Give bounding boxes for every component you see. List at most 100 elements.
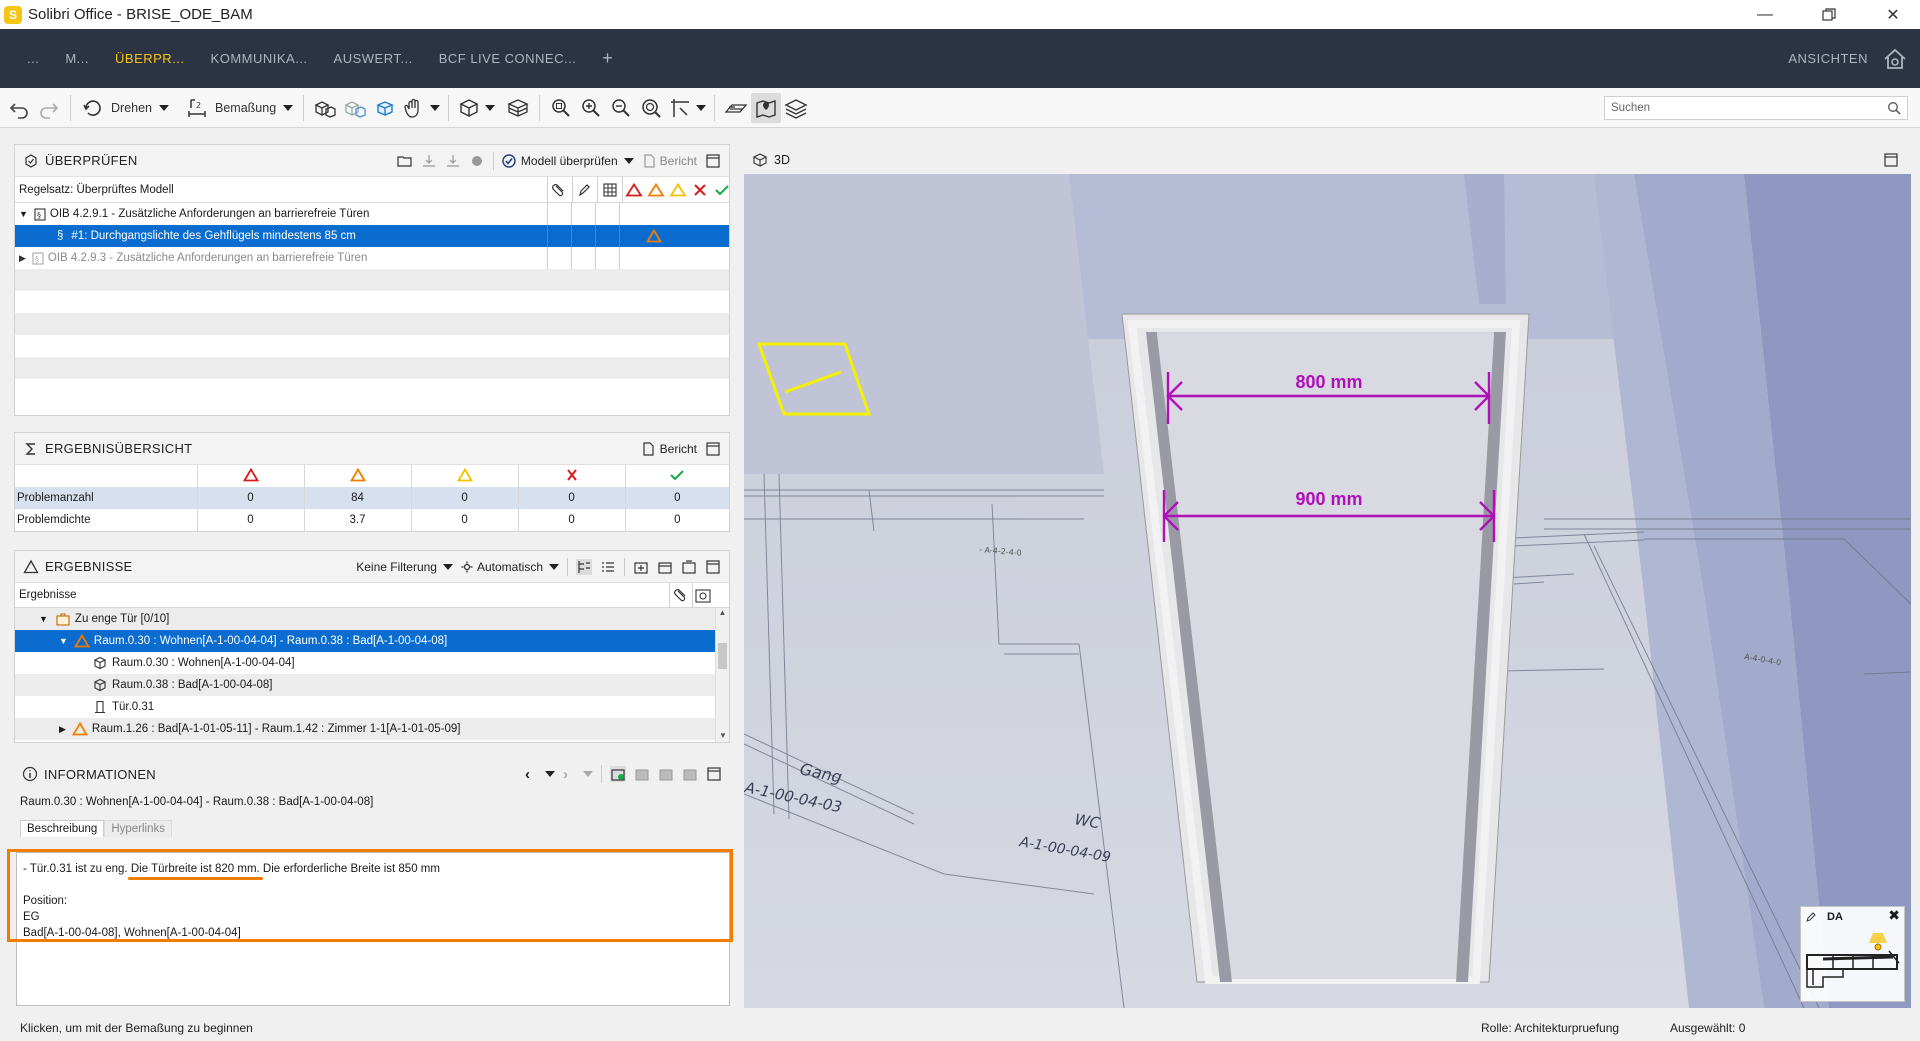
result-component-row[interactable]: Raum.0.38 : Bad[A-1-00-04-08]	[15, 674, 729, 696]
record-icon[interactable]	[469, 153, 485, 169]
3d-viewport[interactable]: Gang A-1-00-04-03 WC A-1-00-04-09 - A-4-…	[744, 174, 1911, 1008]
section-box-button[interactable]	[503, 93, 533, 123]
description-box[interactable]: - Tür.0.31 ist zu eng. Die Türbreite ist…	[7, 849, 733, 1006]
edit-icon[interactable]	[1805, 911, 1817, 923]
slide-icon[interactable]	[658, 766, 674, 782]
slide-highlight-icon[interactable]	[610, 766, 626, 782]
result-label: Raum.0.30 : Wohnen[A-1-00-04-04] - Raum.…	[93, 635, 448, 647]
maximize-panel-icon[interactable]	[705, 153, 721, 169]
add-slide-icon[interactable]	[633, 559, 649, 575]
rotate-label: Drehen	[111, 100, 152, 115]
results-scrollbar[interactable]: ▲ ▼	[715, 608, 729, 742]
result-issue-row-selected[interactable]: ▼ Raum.0.30 : Wohnen[A-1-00-04-04] - Rau…	[15, 630, 729, 652]
list-view-icon[interactable]	[600, 559, 616, 575]
presentation-icon[interactable]	[681, 559, 697, 575]
dimension-icon: 2	[188, 98, 206, 117]
isolate-button[interactable]	[370, 93, 400, 123]
filter-dropdown[interactable]: Keine Filterung	[356, 560, 453, 574]
transparency-button[interactable]	[340, 93, 370, 123]
tab-communication[interactable]: KOMMUNIKA...	[198, 29, 321, 88]
edit-icon[interactable]	[575, 183, 595, 197]
scrollbar-thumb[interactable]	[718, 643, 727, 669]
minimize-button[interactable]: —	[1742, 0, 1788, 29]
rule-row-selected[interactable]: § #1: Durchgangslichte des Gehflügels mi…	[15, 225, 729, 247]
maximize-panel-icon[interactable]	[705, 441, 721, 457]
table-icon[interactable]	[600, 183, 620, 197]
slide-icon[interactable]	[682, 766, 698, 782]
next-icon[interactable]: ›	[563, 766, 568, 783]
chevron-down-icon[interactable]	[545, 771, 555, 777]
download-icon[interactable]	[421, 153, 437, 169]
automatic-dropdown[interactable]: Automatisch	[461, 560, 559, 574]
dimension-dropdown[interactable]: 2 Bemaßung	[181, 93, 297, 123]
restore-button[interactable]	[1806, 0, 1852, 29]
zoom-selection-button[interactable]	[636, 93, 666, 123]
result-issue-row[interactable]: ▶ Raum.1.26 : Bad[A-1-01-05-11] - Raum.1…	[15, 718, 729, 740]
attachment-icon[interactable]	[673, 589, 689, 603]
previous-icon[interactable]: ‹	[525, 766, 530, 783]
undo-button[interactable]	[4, 93, 34, 123]
chevron-down-icon[interactable]	[583, 771, 593, 777]
expand-triangle-icon[interactable]: ▼	[59, 636, 68, 646]
issue-slide-icon[interactable]	[657, 559, 673, 575]
summary-report-button[interactable]: Bericht	[641, 442, 697, 456]
camera-icon[interactable]	[695, 589, 711, 603]
rotate-dropdown[interactable]: Drehen	[77, 93, 173, 123]
result-category-row[interactable]: ▼ Zu enge Tür [0/10]	[15, 608, 729, 630]
collapse-triangle-icon[interactable]: ▶	[59, 724, 66, 735]
select-components-button[interactable]	[310, 93, 340, 123]
attachment-icon[interactable]	[550, 183, 570, 197]
floor-plan-button[interactable]	[721, 93, 751, 123]
zoom-fit-button[interactable]	[546, 93, 576, 123]
rule-row[interactable]: ▶ § OIB 4.2.9.3 - Zusätzliche Anforderun…	[15, 247, 729, 269]
zoom-out-button[interactable]	[606, 93, 636, 123]
measure-tool-dropdown[interactable]	[666, 93, 708, 123]
maximize-panel-icon[interactable]	[706, 766, 722, 782]
tab-hyperlinks[interactable]: Hyperlinks	[104, 820, 173, 837]
add-tab-button[interactable]: +	[589, 29, 626, 88]
close-minimap-icon[interactable]: ✖	[1888, 907, 1900, 924]
maximize-panel-icon[interactable]	[1883, 152, 1899, 168]
3d-scene[interactable]: Gang A-1-00-04-03 WC A-1-00-04-09 - A-4-…	[744, 174, 1911, 1008]
views-button[interactable]: ANSICHTEN	[1788, 51, 1868, 66]
search-input[interactable]	[1605, 102, 1887, 114]
report-button[interactable]: Bericht	[642, 154, 697, 168]
tree-view-icon[interactable]	[576, 558, 592, 575]
result-label: Tür.0.31	[112, 701, 155, 713]
results-column-header: Ergebnisse	[19, 589, 77, 601]
tab-evaluation[interactable]: AUSWERT...	[321, 29, 426, 88]
redo-button[interactable]	[34, 93, 64, 123]
sigma-icon	[25, 442, 35, 455]
expand-triangle-icon[interactable]: ▼	[19, 209, 28, 219]
layers-button[interactable]	[781, 93, 811, 123]
expand-triangle-icon[interactable]: ▼	[39, 614, 48, 624]
floor-plane-icon	[724, 103, 748, 113]
close-window-button[interactable]: ✕	[1870, 0, 1916, 29]
collapse-triangle-icon[interactable]: ▶	[19, 253, 26, 264]
tab-checking[interactable]: ÜBERPR...	[102, 29, 198, 88]
map-view-button[interactable]	[751, 92, 782, 123]
view-cube-dropdown[interactable]	[455, 93, 497, 123]
tab-model[interactable]: M...	[52, 29, 102, 88]
zoom-in-button[interactable]	[576, 93, 606, 123]
home-settings-icon[interactable]	[1882, 46, 1908, 72]
rule-row[interactable]: ▼ § OIB 4.2.9.1 - Zusätzliche Anforderun…	[15, 203, 729, 225]
tab-description[interactable]: Beschreibung	[20, 820, 105, 837]
scroll-down-icon[interactable]: ▼	[716, 731, 729, 740]
tab-bcf-live-connector[interactable]: BCF LIVE CONNEC...	[426, 29, 590, 88]
minimap[interactable]: DA ✖	[1800, 906, 1905, 1002]
result-component-row[interactable]: Raum.0.30 : Wohnen[A-1-00-04-04]	[15, 652, 729, 674]
scroll-up-icon[interactable]: ▲	[716, 608, 729, 617]
report-label: Bericht	[659, 153, 697, 168]
import-icon[interactable]	[445, 153, 461, 169]
check-model-button[interactable]: Modell überprüfen	[502, 154, 634, 168]
search-icon[interactable]	[1887, 101, 1901, 115]
tab-ellipsis[interactable]: ...	[14, 29, 52, 88]
ruleset-label: Regelsatz: Überprüftes Modell	[19, 183, 174, 196]
open-folder-icon[interactable]	[397, 153, 413, 169]
search-field[interactable]	[1604, 96, 1908, 120]
result-component-row[interactable]: Tür.0.31	[15, 696, 729, 718]
slide-icon[interactable]	[634, 766, 650, 782]
maximize-panel-icon[interactable]	[705, 559, 721, 575]
hand-tool-dropdown[interactable]	[400, 93, 442, 123]
